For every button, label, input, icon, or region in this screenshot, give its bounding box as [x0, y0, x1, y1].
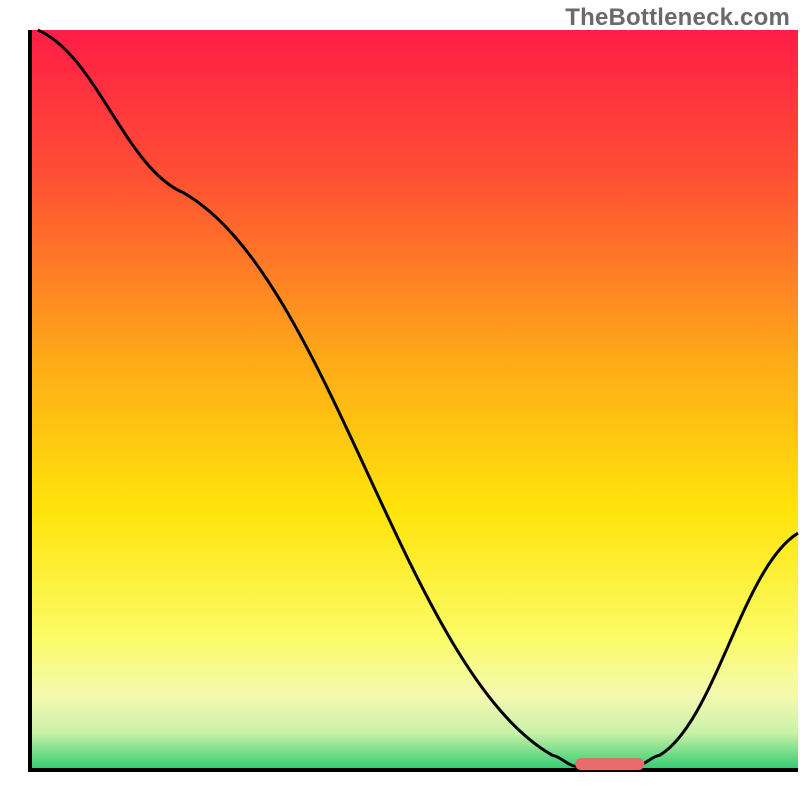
chart-container: TheBottleneck.com: [0, 0, 800, 800]
plot-background: [30, 30, 798, 770]
optimal-range-marker: [575, 758, 644, 770]
bottleneck-chart: [0, 0, 800, 800]
watermark-label: TheBottleneck.com: [565, 4, 790, 32]
